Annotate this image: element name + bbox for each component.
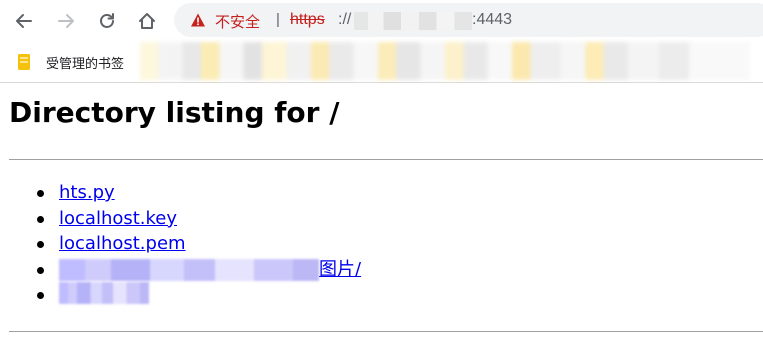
bookmarks-redacted bbox=[140, 42, 750, 80]
bullet bbox=[37, 292, 44, 299]
arrow-left-icon bbox=[16, 14, 32, 28]
url-separator: :// bbox=[338, 11, 352, 28]
home-button[interactable] bbox=[133, 7, 161, 35]
redacted-filename bbox=[59, 259, 319, 282]
bullet bbox=[37, 241, 44, 248]
reload-button[interactable] bbox=[93, 7, 121, 35]
list-item: localhost.pem bbox=[9, 231, 361, 257]
arrow-right-icon bbox=[58, 14, 74, 28]
file-link-localhost-pem[interactable]: localhost.pem bbox=[59, 233, 186, 254]
list-item: hts.py bbox=[9, 180, 361, 206]
bottom-divider bbox=[9, 331, 763, 332]
address-bar[interactable]: 不安全 | https :// :4443 bbox=[174, 3, 763, 37]
top-divider bbox=[9, 159, 763, 160]
file-link-hts-py[interactable]: hts.py bbox=[59, 182, 115, 203]
bullet bbox=[37, 215, 44, 223]
bookmark-label: 受管理的书签 bbox=[46, 57, 125, 72]
file-link-localhost-key[interactable]: localhost.key bbox=[59, 208, 177, 229]
bullet bbox=[37, 190, 44, 197]
url-port: :4443 bbox=[472, 11, 513, 28]
not-secure-label[interactable]: 不安全 bbox=[215, 11, 260, 32]
page-title: Directory listing for / bbox=[9, 96, 340, 129]
forward-button[interactable] bbox=[52, 7, 80, 35]
back-button[interactable] bbox=[10, 7, 38, 35]
list-item: 图片/ bbox=[9, 257, 361, 283]
list-item: localhost.key bbox=[9, 206, 361, 232]
url-scheme: https bbox=[290, 11, 325, 28]
list-item bbox=[9, 282, 361, 308]
home-icon bbox=[139, 13, 155, 29]
file-list: hts.py localhost.key localhost.pem 图片/ bbox=[9, 180, 361, 308]
warning-triangle-icon[interactable] bbox=[190, 12, 206, 28]
browser-toolbar: 不安全 | https :// :4443 bbox=[0, 0, 763, 42]
file-link-images-folder[interactable]: 图片/ bbox=[319, 259, 361, 280]
url-host-redacted bbox=[354, 12, 472, 30]
redacted-filename[interactable] bbox=[59, 282, 149, 304]
bookmark-folder-icon bbox=[18, 54, 30, 70]
reload-icon bbox=[100, 13, 114, 28]
omnibox-divider: | bbox=[276, 11, 280, 28]
bullet bbox=[37, 266, 44, 274]
bookmarks-bar: 受管理的书签 bbox=[0, 42, 763, 83]
